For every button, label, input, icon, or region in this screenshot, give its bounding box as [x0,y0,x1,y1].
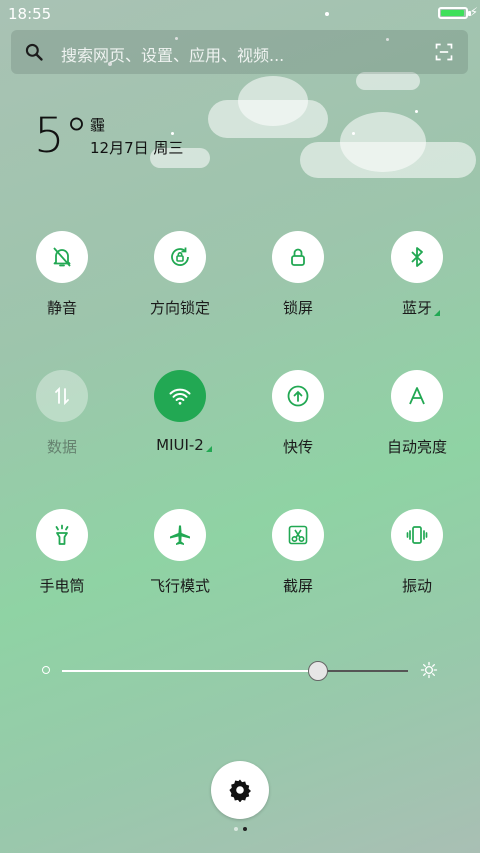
brightness-slider[interactable] [38,655,442,685]
gear-icon [229,779,251,802]
toggle-label: 自动亮度 [386,438,447,456]
bluetooth-icon [411,247,423,267]
flashlight-icon [55,524,69,545]
toggle-circle[interactable] [36,509,88,561]
search-placeholder: 搜索网页、设置、应用、视频... [61,46,285,65]
toggle-screenshot[interactable]: 截屏 [243,509,353,596]
weather-condition: 霾 [90,116,106,134]
page-dot[interactable] [234,827,238,831]
brightness-fill [62,670,319,672]
toggle-circle[interactable] [154,370,206,422]
vibrate-icon [406,526,428,544]
airplane-icon [170,525,190,545]
toggle-wifi[interactable]: MIUI-2 [125,370,235,454]
toggle-label: 截屏 [282,577,313,595]
data-arrows-icon [55,386,69,406]
toggle-label: 数据 [46,438,77,456]
bell-off-icon [53,247,71,267]
brightness-track[interactable] [62,661,408,681]
brightness-high-icon [420,661,438,679]
scan-icon[interactable] [434,42,454,62]
toggle-label: MIUI-2 [156,436,212,454]
page-indicator [232,827,252,833]
toggle-quick-transfer[interactable]: 快传 [243,370,353,457]
page-dot[interactable] [243,827,247,831]
toggle-vibrate[interactable]: 振动 [362,509,472,596]
status-time: 18:55 [8,5,52,23]
charging-icon: ⚡ [469,5,478,19]
brightness-low-icon [42,666,50,674]
toggle-label: 手电筒 [39,577,85,595]
toggle-label: 静音 [46,299,77,317]
search-bar[interactable]: 搜索网页、设置、应用、视频... [11,30,468,74]
toggle-bluetooth[interactable]: 蓝牙 [362,231,472,318]
toggle-mobile-data[interactable]: 数据 [7,370,117,457]
battery-icon [438,7,471,19]
toggle-label: 方向锁定 [149,299,210,317]
toggle-lock-screen[interactable]: 锁屏 [243,231,353,318]
lock-icon [291,248,305,266]
toggle-label: 快传 [282,438,313,456]
snow-decoration [352,132,355,135]
toggle-label: 锁屏 [282,299,313,317]
toggle-mute[interactable]: 静音 [7,231,117,318]
cloud-decoration [356,72,420,90]
letter-a-icon [409,387,425,405]
toggle-circle[interactable] [154,509,206,561]
more-options-indicator [434,310,440,316]
settings-button[interactable] [211,761,269,819]
toggle-circle[interactable] [36,370,88,422]
weather-date: 12月7日 周三 [90,139,184,157]
brightness-thumb[interactable] [308,661,329,681]
toggle-rotation-lock[interactable]: 方向锁定 [125,231,235,318]
toggle-circle[interactable] [272,370,324,422]
toggle-circle[interactable] [391,231,443,283]
toggle-label: 飞行模式 [149,577,210,595]
toggle-circle[interactable] [272,509,324,561]
cloud-decoration [340,112,426,172]
weather-temperature: 5° [34,108,89,164]
status-bar: 18:55 ⚡ [0,0,480,28]
toggle-auto-brightness[interactable]: 自动亮度 [362,370,472,457]
toggle-circle[interactable] [272,231,324,283]
more-options-indicator [205,446,212,452]
upload-icon [287,385,309,407]
cloud-decoration [238,76,308,126]
toggle-label: 振动 [401,577,432,595]
snow-decoration [415,110,418,113]
toggle-airplane-mode[interactable]: 飞行模式 [125,509,235,596]
rotation-lock-icon [171,247,189,266]
toggle-circle[interactable] [391,509,443,561]
toggle-label: 蓝牙 [402,297,440,318]
search-icon [25,43,43,61]
toggle-circle[interactable] [36,231,88,283]
snow-decoration [171,132,174,135]
wifi-icon [169,388,191,405]
toggle-circle[interactable] [154,231,206,283]
toggle-flashlight[interactable]: 手电筒 [7,509,117,596]
scissors-icon [288,525,308,545]
toggle-circle[interactable] [391,370,443,422]
snow-decoration [325,12,329,16]
